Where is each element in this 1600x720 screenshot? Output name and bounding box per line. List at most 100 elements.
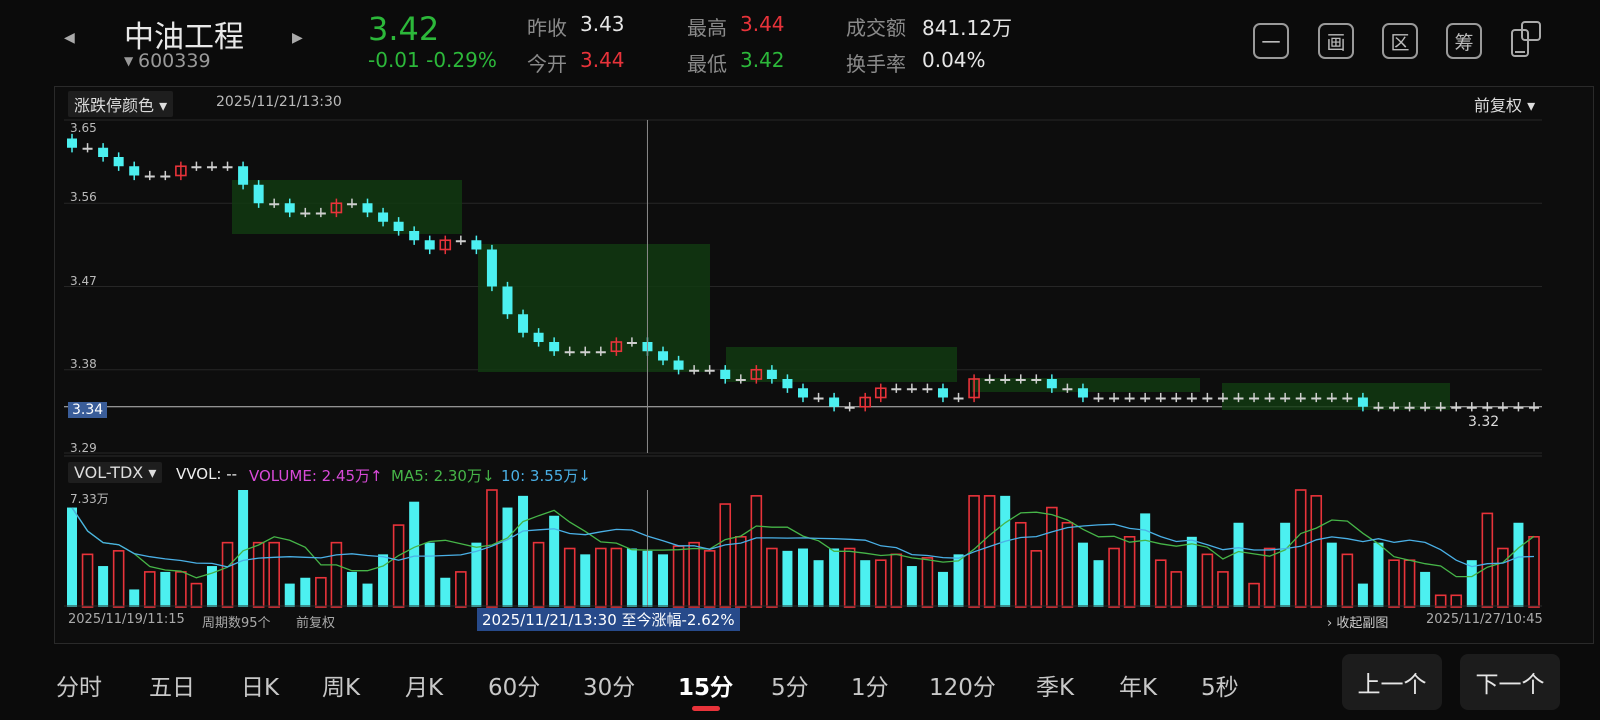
candle-body [1326, 397, 1337, 400]
volume-bar [378, 554, 389, 607]
volume-bar [284, 583, 295, 607]
candle-body [393, 221, 404, 231]
candle-body [1280, 397, 1291, 400]
volume-indicator-dropdown[interactable]: VOL-TDX ▾ [68, 462, 163, 483]
y-tick-label: 3.38 [70, 357, 97, 371]
candle-body [813, 397, 824, 400]
tab-timeframe[interactable]: 120分 [929, 668, 996, 702]
candle-body [98, 147, 109, 157]
candle-body [346, 203, 357, 206]
volume-bar [1326, 542, 1337, 607]
volume-bar [1263, 547, 1276, 608]
candle-body [1155, 397, 1166, 400]
volume-bar [719, 503, 732, 608]
next-stock-button[interactable]: 下一个 [1460, 654, 1560, 710]
volume-value: VOLUME: 2.45万↑ [249, 467, 383, 485]
volume-bar [1513, 522, 1524, 607]
volume-bar [1217, 571, 1229, 608]
tab-timeframe[interactable]: 5分 [771, 668, 809, 702]
candle-body [766, 369, 777, 379]
candle-body [129, 166, 140, 176]
candle-body [1529, 406, 1539, 409]
volume-bar [766, 547, 778, 608]
candle-body [782, 379, 793, 389]
candle-body [269, 203, 280, 206]
tab-timeframe[interactable]: 月K [405, 668, 443, 702]
candle-body [1000, 379, 1011, 381]
candle-body [844, 406, 855, 409]
candle-body [1140, 397, 1151, 400]
collapse-subchart-button[interactable]: › 收起副图 [1327, 612, 1388, 631]
volume-bar [860, 560, 871, 607]
tab-timeframe[interactable]: 1分 [851, 668, 889, 702]
volume-bar [1233, 522, 1244, 607]
volume-bar [813, 560, 824, 607]
candle-body [1389, 406, 1400, 409]
volume-bar [1154, 559, 1167, 608]
volume-bar [734, 535, 747, 608]
candle-body [549, 342, 560, 352]
candle-body [1093, 397, 1104, 400]
volume-bar [1170, 571, 1183, 608]
candle-body [1202, 397, 1213, 400]
candle-body [113, 157, 124, 167]
volume-bar [843, 547, 856, 608]
volume-bar [362, 583, 373, 607]
volume-bar [455, 571, 467, 608]
tab-timeframe[interactable]: 分时 [56, 668, 102, 702]
volume-bar [1481, 512, 1494, 608]
volume-bar [1140, 513, 1151, 607]
volume-bar [983, 495, 996, 608]
candle-body [1217, 397, 1228, 400]
color-mode-dropdown[interactable]: 涨跌停颜色 ▾ [68, 91, 174, 117]
volume-max-label: 7.33万 [70, 492, 109, 506]
stock-kline-screen: ◀ 中油工程 ▼ 600339 ▶ 3.42 -0.01 -0.29% 昨收 3… [0, 0, 1600, 720]
volume-bar [658, 554, 669, 607]
volume-bar [1248, 582, 1260, 608]
crosshair-change-tag: 2025/11/21/13:30 至今涨幅-2.62% [477, 608, 740, 631]
tab-timeframe[interactable]: 五日 [149, 668, 195, 702]
volume-bar [610, 547, 623, 608]
tab-timeframe[interactable]: 30分 [583, 668, 635, 702]
candle-body [626, 342, 637, 344]
adjust-mode-dropdown[interactable]: 前复权 ▾ [1474, 92, 1535, 116]
candle-body [1015, 379, 1026, 381]
volume-bar [1373, 542, 1384, 607]
volume-bar [112, 550, 125, 608]
candle-body [984, 379, 995, 381]
volume-bar [1093, 560, 1104, 607]
candle-body [378, 212, 389, 222]
tab-timeframe[interactable]: 5秒 [1201, 668, 1239, 702]
period-count: 周期数95个 [202, 616, 271, 631]
tab-timeframe[interactable]: 15分 [678, 668, 733, 702]
candle-body [953, 397, 964, 400]
prev-stock-button[interactable]: 上一个 [1342, 654, 1442, 710]
tab-timeframe[interactable]: 年K [1119, 668, 1157, 702]
y-tick-label: 3.65 [70, 121, 97, 135]
volume-bar [221, 541, 234, 608]
candle-body [922, 388, 933, 391]
volume-bar [1077, 542, 1088, 607]
volume-bar [160, 571, 171, 607]
volume-bar [98, 566, 109, 607]
last-price-tag: 3.34 [68, 402, 108, 418]
volume-bar [750, 495, 763, 608]
candle-body [1062, 388, 1073, 391]
tab-timeframe[interactable]: 日K [241, 668, 279, 702]
candle-body [673, 360, 684, 370]
candle-body [704, 369, 715, 372]
candle-body [1186, 397, 1197, 400]
tab-timeframe[interactable]: 周K [322, 668, 360, 702]
candle-body [1466, 406, 1477, 409]
candle-body [580, 351, 591, 354]
volume-bar [409, 501, 420, 607]
tab-timeframe[interactable]: 季K [1036, 668, 1074, 702]
candle-body [471, 240, 482, 250]
candle-body [300, 212, 311, 215]
volume-bar [392, 524, 405, 608]
candle-body [1451, 406, 1462, 409]
tab-timeframe[interactable]: 60分 [488, 668, 540, 702]
volume-bar [1108, 547, 1120, 608]
candle-body [1124, 397, 1135, 400]
candle-body [1404, 406, 1415, 409]
